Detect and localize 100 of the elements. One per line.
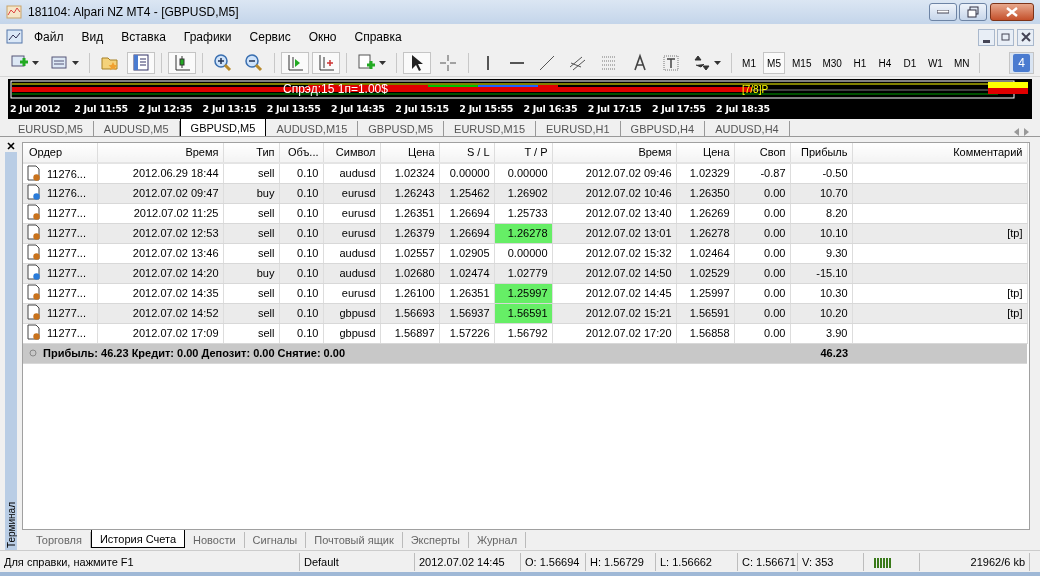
menu-item[interactable]: Графики xyxy=(175,26,240,48)
chart-tab[interactable]: EURUSD,M5 xyxy=(8,121,94,136)
terminal-tab[interactable]: Торговля xyxy=(28,532,91,548)
chart-tab[interactable]: EURUSD,M15 xyxy=(444,121,536,136)
timeframe-button[interactable]: D1 xyxy=(898,52,921,74)
axis-label: 2 Jul 14:35 xyxy=(330,102,386,116)
menu-item[interactable]: Файл xyxy=(26,26,72,48)
terminal-tab[interactable]: Почтовый ящик xyxy=(306,532,403,548)
table-cell: 2012.07.02 09:46 xyxy=(552,163,676,183)
terminal-tab[interactable]: Эксперты xyxy=(402,532,469,548)
table-cell: 2012.06.29 18:44 xyxy=(97,163,223,183)
menu-item[interactable]: Вид xyxy=(73,26,112,48)
chart-tab[interactable]: AUDUSD,H4 xyxy=(705,121,790,136)
order-number: 11277... xyxy=(47,307,86,320)
table-cell: -0.87 xyxy=(734,163,790,183)
timeframe-button[interactable]: MN xyxy=(949,52,974,74)
terminal-label: Терминал xyxy=(4,500,18,550)
axis-label: 2 Jul 12:35 xyxy=(138,102,194,116)
table-cell: 1.26269 xyxy=(676,203,734,223)
column-header[interactable]: S / L xyxy=(439,143,494,163)
chart-tab[interactable]: GBPUSD,M5 xyxy=(358,121,445,136)
summary-text: Прибыль: 46.23 Кредит: 0.00 Депозит: 0.00 Снятие: 0.00 xyxy=(43,346,345,359)
column-header[interactable]: Время xyxy=(97,143,223,163)
menu-item[interactable]: Вставка xyxy=(113,26,174,48)
order-number: 11277... xyxy=(47,227,86,240)
column-header[interactable]: Ордер xyxy=(23,143,97,163)
table-cell: 2012.07.02 13:46 xyxy=(97,243,223,263)
messages-button[interactable]: 4 xyxy=(1009,52,1034,74)
order-number: 11277... xyxy=(47,267,86,280)
status-text: 2012.07.02 14:45 xyxy=(419,555,505,568)
summary-total: 46.23 xyxy=(820,346,848,359)
order-number: 11277... xyxy=(47,207,86,220)
table-cell: 1.56792 xyxy=(494,323,552,343)
column-header[interactable]: Объ... xyxy=(279,143,323,163)
timeframe-button[interactable]: M30 xyxy=(818,52,846,74)
table-cell: 2012.07.02 14:45 xyxy=(552,283,676,303)
order-number: 11277... xyxy=(47,327,86,340)
table-cell: 1.02464 xyxy=(676,243,734,263)
order-number: 11276... xyxy=(47,167,86,180)
table-cell: 0.00000 xyxy=(494,163,552,183)
menu-item[interactable]: Справка xyxy=(346,26,410,48)
table-cell: 1.26694 xyxy=(439,203,494,223)
order-number: 11277... xyxy=(47,247,86,260)
status-text: O: 1.56694 xyxy=(525,555,580,568)
table-cell: 2012.07.02 11:25 xyxy=(97,203,223,223)
column-header[interactable]: Комментарий xyxy=(852,143,1027,163)
menu-item[interactable]: Сервис xyxy=(241,26,299,48)
table-cell: 0.10 xyxy=(279,323,323,343)
chart-tab[interactable]: AUDUSD,M5 xyxy=(93,121,180,136)
column-header[interactable]: Цена xyxy=(380,143,439,163)
axis-label: 2 Jul 18:35 xyxy=(716,102,771,116)
status-text: Default xyxy=(304,555,339,568)
table-cell: 1.02557 xyxy=(380,243,439,263)
table-cell: 0.10 xyxy=(279,203,323,223)
table-cell: eurusd xyxy=(323,283,380,303)
terminal-tab[interactable]: Сигналы xyxy=(244,532,307,548)
column-header[interactable]: T / P xyxy=(494,143,552,163)
chart-tab[interactable]: GBPUSD,H4 xyxy=(620,121,706,136)
table-cell: 0.10 xyxy=(279,243,323,263)
table-cell: 0.10 xyxy=(279,283,323,303)
chart-tab[interactable]: EURUSD,H1 xyxy=(536,121,621,136)
column-header[interactable]: Время xyxy=(552,143,676,163)
menu-item[interactable]: Окно xyxy=(300,26,345,48)
column-header[interactable]: Символ xyxy=(323,143,380,163)
table-cell: 0.00 xyxy=(734,243,790,263)
status-text: V: 353 xyxy=(802,555,834,568)
table-cell: sell xyxy=(223,163,279,183)
table-cell: audusd xyxy=(323,243,380,263)
table-cell: 1.02905 xyxy=(439,243,494,263)
level-label: [7/8]P xyxy=(742,83,769,97)
status-text: H: 1.56729 xyxy=(590,555,644,568)
table-cell: 2012.07.02 17:09 xyxy=(97,323,223,343)
table-cell: 1.02329 xyxy=(676,163,734,183)
table-cell: 2012.07.02 14:35 xyxy=(97,283,223,303)
status-text: C: 1.56671 xyxy=(742,555,796,568)
timeframe-button[interactable]: M1 xyxy=(738,52,760,74)
column-header[interactable]: Тип xyxy=(223,143,279,163)
chart-tab[interactable]: AUDUSD,M15 xyxy=(266,121,359,136)
column-header[interactable]: Цена xyxy=(676,143,734,163)
table-cell: [tp] xyxy=(852,283,1027,303)
table-cell: 2012.07.02 13:40 xyxy=(552,203,676,223)
timeframe-button[interactable]: M5 xyxy=(763,52,785,74)
table-cell: audusd xyxy=(323,163,380,183)
timeframe-button[interactable]: H4 xyxy=(873,52,896,74)
terminal-tab[interactable]: История Счета xyxy=(90,530,185,548)
axis-label: 2 Jul 11:55 xyxy=(74,102,129,116)
table-cell: gbpusd xyxy=(323,323,380,343)
timeframe-button[interactable]: H1 xyxy=(848,52,871,74)
terminal-tab[interactable]: Новости xyxy=(185,532,245,548)
table-cell: 0.00000 xyxy=(439,163,494,183)
column-header[interactable]: Прибыль xyxy=(790,143,852,163)
axis-label: 2 Jul 15:55 xyxy=(459,102,515,116)
column-header[interactable]: Своп xyxy=(734,143,790,163)
table-cell: 1.56858 xyxy=(676,323,734,343)
timeframe-button[interactable]: W1 xyxy=(923,52,947,74)
table-cell: 8.20 xyxy=(790,203,852,223)
axis-label: 2 Jul 13:55 xyxy=(266,102,322,116)
terminal-tab[interactable]: Журнал xyxy=(468,532,527,548)
timeframe-button[interactable]: M15 xyxy=(788,52,816,74)
table-cell: 0.00000 xyxy=(494,243,552,263)
